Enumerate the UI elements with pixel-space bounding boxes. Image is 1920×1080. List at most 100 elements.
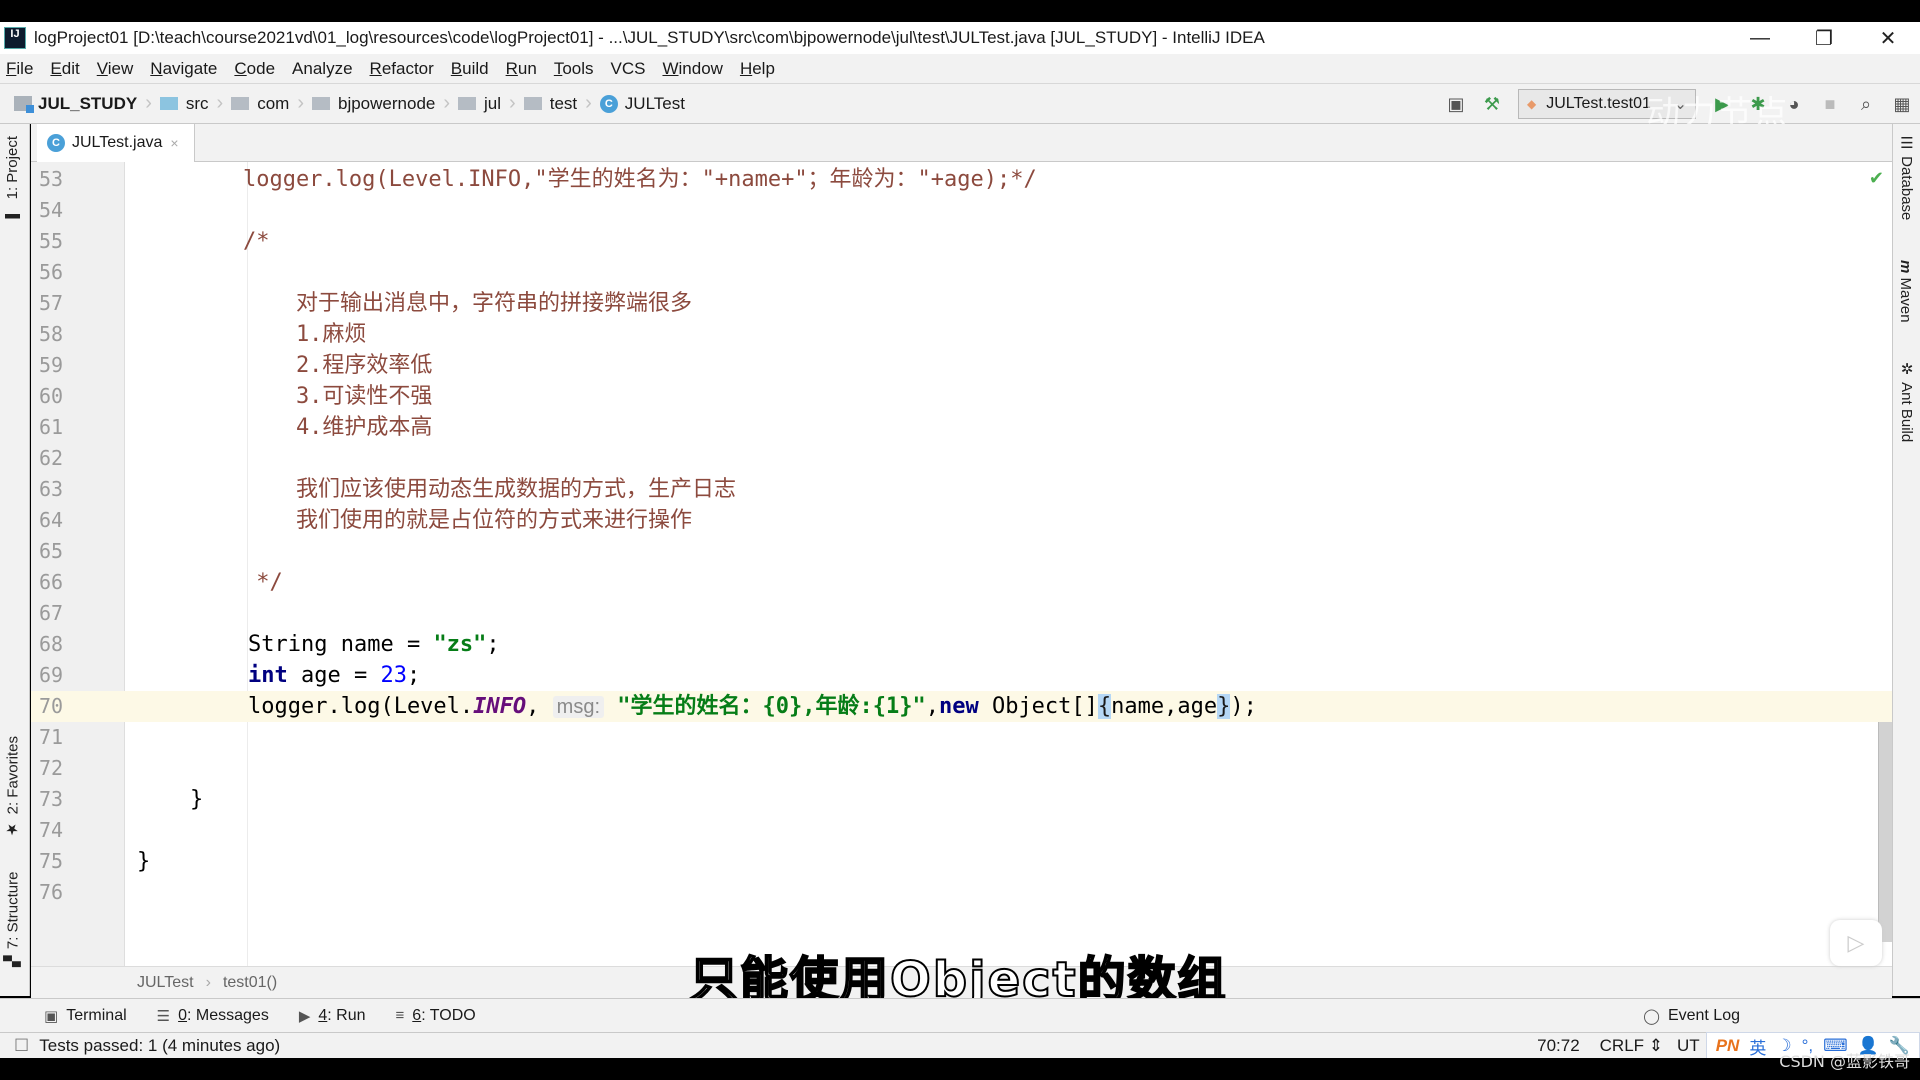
menu-view[interactable]: View xyxy=(97,59,134,79)
tool-tab-project[interactable]: ▬ 1: Project xyxy=(4,136,21,222)
line-number[interactable]: 72 xyxy=(39,753,99,784)
line-number[interactable]: 74 xyxy=(39,815,99,846)
code-line[interactable]: int age = 23; xyxy=(125,660,1892,691)
code-line[interactable]: String name = "zs"; xyxy=(125,629,1892,660)
line-number[interactable]: 70 xyxy=(31,691,125,722)
code-line[interactable]: 我们使用的就是占位符的方式来进行操作 xyxy=(125,505,1892,536)
line-number[interactable]: 62 xyxy=(39,443,99,474)
status-message[interactable]: Tests passed: 1 (4 minutes ago) xyxy=(39,1036,280,1056)
nav-crumb-test[interactable]: test xyxy=(523,94,577,114)
line-number[interactable]: 76 xyxy=(39,877,99,908)
line-number[interactable]: 75 xyxy=(39,846,99,877)
line-number[interactable]: 63 xyxy=(39,474,99,505)
code-line[interactable] xyxy=(125,536,1892,567)
tool-tab-favorites[interactable]: ★ 2: Favorites xyxy=(4,736,22,838)
tool-window-messages[interactable]: ☰ 0 : Messages xyxy=(157,1007,269,1025)
nav-crumb-class[interactable]: C JULTest xyxy=(599,94,685,114)
restore-button[interactable]: ❐ xyxy=(1792,22,1856,54)
code-line[interactable]: 4.维护成本高 xyxy=(125,412,1892,443)
run-configuration-select[interactable]: ◆ JULTest.test01 ⌄ xyxy=(1518,89,1696,119)
menu-tools[interactable]: Tools xyxy=(554,59,594,79)
debug-bug-icon[interactable]: ✱ xyxy=(1742,88,1774,120)
tool-tab-structure[interactable]: ▞ 7: Structure xyxy=(4,872,22,967)
line-number[interactable]: 56 xyxy=(39,257,99,288)
line-number[interactable]: 53 xyxy=(39,164,99,195)
code-line[interactable]: logger.log(Level.INFO,"学生的姓名为："+name+"；年… xyxy=(125,164,1892,195)
line-number[interactable]: 61 xyxy=(39,412,99,443)
status-toggle-icon[interactable]: ☐ xyxy=(14,1036,29,1056)
line-number[interactable]: 68 xyxy=(39,629,99,660)
code-line[interactable] xyxy=(125,443,1892,474)
menu-refactor[interactable]: Refactor xyxy=(370,59,434,79)
line-number[interactable]: 65 xyxy=(39,536,99,567)
code-line[interactable]: 3.可读性不强 xyxy=(125,381,1892,412)
code-line[interactable] xyxy=(125,877,1892,908)
tool-window-event-log[interactable]: ◯ Event Log xyxy=(1643,999,1740,1033)
tool-window-run[interactable]: ▶ 4 : Run xyxy=(299,1007,366,1025)
tool-tab-maven[interactable]: m Maven xyxy=(1897,260,1914,323)
close-tab-icon[interactable]: × xyxy=(170,135,178,151)
run-with-coverage-icon[interactable]: ◕ xyxy=(1778,88,1810,120)
code-line[interactable]: 2.程序效率低 xyxy=(125,350,1892,381)
tool-window-todo[interactable]: ≡ 6 : TODO xyxy=(396,1007,476,1025)
code-line[interactable]: } xyxy=(125,846,1892,877)
project-structure-icon[interactable]: ▦ xyxy=(1886,88,1918,120)
stop-icon[interactable]: ■ xyxy=(1814,88,1846,120)
tool-tab-ant-build[interactable]: ✲ Ant Build xyxy=(1897,360,1915,442)
menu-window[interactable]: Window xyxy=(662,59,722,79)
editor-tab-jultest[interactable]: C JULTest.java × xyxy=(37,124,195,162)
menu-run[interactable]: Run xyxy=(506,59,537,79)
tool-tab-database[interactable]: ☰ Database xyxy=(1897,134,1915,220)
code-line[interactable] xyxy=(125,257,1892,288)
code-line[interactable] xyxy=(125,722,1892,753)
code-line[interactable]: 我们应该使用动态生成数据的方式，生产日志 xyxy=(125,474,1892,505)
menu-build[interactable]: Build xyxy=(451,59,489,79)
nav-crumb-jul[interactable]: jul xyxy=(458,94,501,114)
code-line[interactable]: logger.log(Level.INFO, msg: "学生的姓名：{0},年… xyxy=(125,691,1892,722)
code-line[interactable] xyxy=(125,815,1892,846)
line-number[interactable]: 67 xyxy=(39,598,99,629)
minimize-button[interactable]: — xyxy=(1728,22,1792,54)
nav-crumb-bjpowernode[interactable]: bjpowernode xyxy=(312,94,435,114)
line-separator[interactable]: CRLF ⇕ xyxy=(1600,1036,1663,1056)
line-number[interactable]: 69 xyxy=(39,660,99,691)
code-line[interactable]: */ xyxy=(125,567,1892,598)
line-number[interactable]: 57 xyxy=(39,288,99,319)
build-hammer-icon[interactable]: ⚒ xyxy=(1476,88,1508,120)
run-icon[interactable]: ▶ xyxy=(1706,88,1738,120)
code-editor[interactable]: ✔ logger.log(Level.INFO,"学生的姓名为："+name+"… xyxy=(125,162,1892,966)
file-encoding[interactable]: UT xyxy=(1677,1036,1700,1056)
code-line[interactable]: /* xyxy=(125,226,1892,257)
menu-analyze[interactable]: Analyze xyxy=(292,59,352,79)
ime-language-toggle[interactable]: 英 xyxy=(1749,1034,1766,1059)
nav-crumb-project[interactable]: JUL_STUDY xyxy=(14,94,137,114)
close-button[interactable]: ✕ xyxy=(1856,22,1920,54)
menu-navigate[interactable]: Navigate xyxy=(150,59,217,79)
caret-position[interactable]: 70:72 xyxy=(1537,1036,1580,1056)
ime-logo-icon[interactable]: PN xyxy=(1716,1036,1740,1056)
line-number[interactable]: 71 xyxy=(39,722,99,753)
nav-crumb-src[interactable]: src xyxy=(159,94,209,114)
terminal-window-icon[interactable]: ▣ xyxy=(1440,88,1472,120)
code-line[interactable]: } xyxy=(125,784,1892,815)
line-number[interactable]: 54 xyxy=(39,195,99,226)
video-player-tv-icon[interactable]: ▷ xyxy=(1830,920,1882,966)
breadcrumb-method[interactable]: test01() xyxy=(223,974,277,992)
code-line[interactable] xyxy=(125,195,1892,226)
line-number[interactable]: 55 xyxy=(39,226,99,257)
tool-window-terminal[interactable]: ▣ Terminal xyxy=(44,1007,127,1025)
line-number[interactable]: 60 xyxy=(39,381,99,412)
menu-vcs[interactable]: VCS xyxy=(611,59,646,79)
search-everywhere-icon[interactable]: ⌕ xyxy=(1850,88,1882,120)
nav-crumb-com[interactable]: com xyxy=(231,94,289,114)
menu-help[interactable]: Help xyxy=(740,59,775,79)
code-line[interactable] xyxy=(125,753,1892,784)
breadcrumb-class[interactable]: JULTest xyxy=(137,974,194,992)
code-line[interactable]: 1.麻烦 xyxy=(125,319,1892,350)
line-number[interactable]: 64 xyxy=(39,505,99,536)
menu-edit[interactable]: Edit xyxy=(50,59,79,79)
line-number[interactable]: 73 xyxy=(39,784,99,815)
line-number[interactable]: 59 xyxy=(39,350,99,381)
menu-file[interactable]: File xyxy=(6,59,33,79)
line-number[interactable]: 66 xyxy=(39,567,99,598)
